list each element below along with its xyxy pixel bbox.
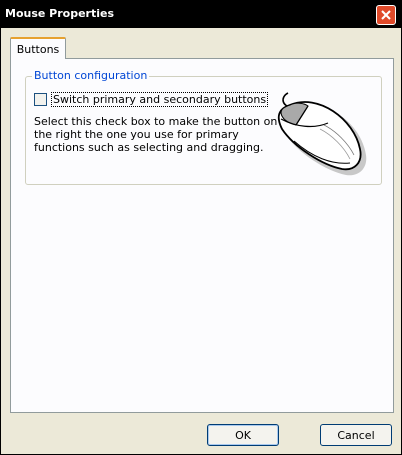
- switch-buttons-checkbox-row[interactable]: Switch primary and secondary buttons: [34, 91, 269, 107]
- group-label: Button configuration: [32, 69, 150, 82]
- cancel-button[interactable]: Cancel: [320, 424, 392, 446]
- buttons-tab-panel: Button configuration Switch primary and …: [10, 58, 394, 413]
- ok-button[interactable]: OK: [207, 424, 279, 446]
- close-icon: [381, 10, 391, 20]
- close-button[interactable]: [376, 5, 396, 25]
- window-title: Mouse Properties: [5, 7, 115, 20]
- mouse-properties-window: Mouse Properties Buttons Button configur…: [0, 0, 402, 455]
- title-bar[interactable]: Mouse Properties: [1, 1, 401, 28]
- mouse-icon: [277, 92, 367, 176]
- switch-buttons-checkbox[interactable]: [34, 92, 47, 106]
- switch-buttons-label[interactable]: Switch primary and secondary buttons: [51, 91, 269, 107]
- button-configuration-group: Button configuration Switch primary and …: [25, 69, 382, 185]
- button-config-description: Select this check box to make the button…: [34, 115, 278, 154]
- tab-buttons[interactable]: Buttons: [10, 37, 66, 59]
